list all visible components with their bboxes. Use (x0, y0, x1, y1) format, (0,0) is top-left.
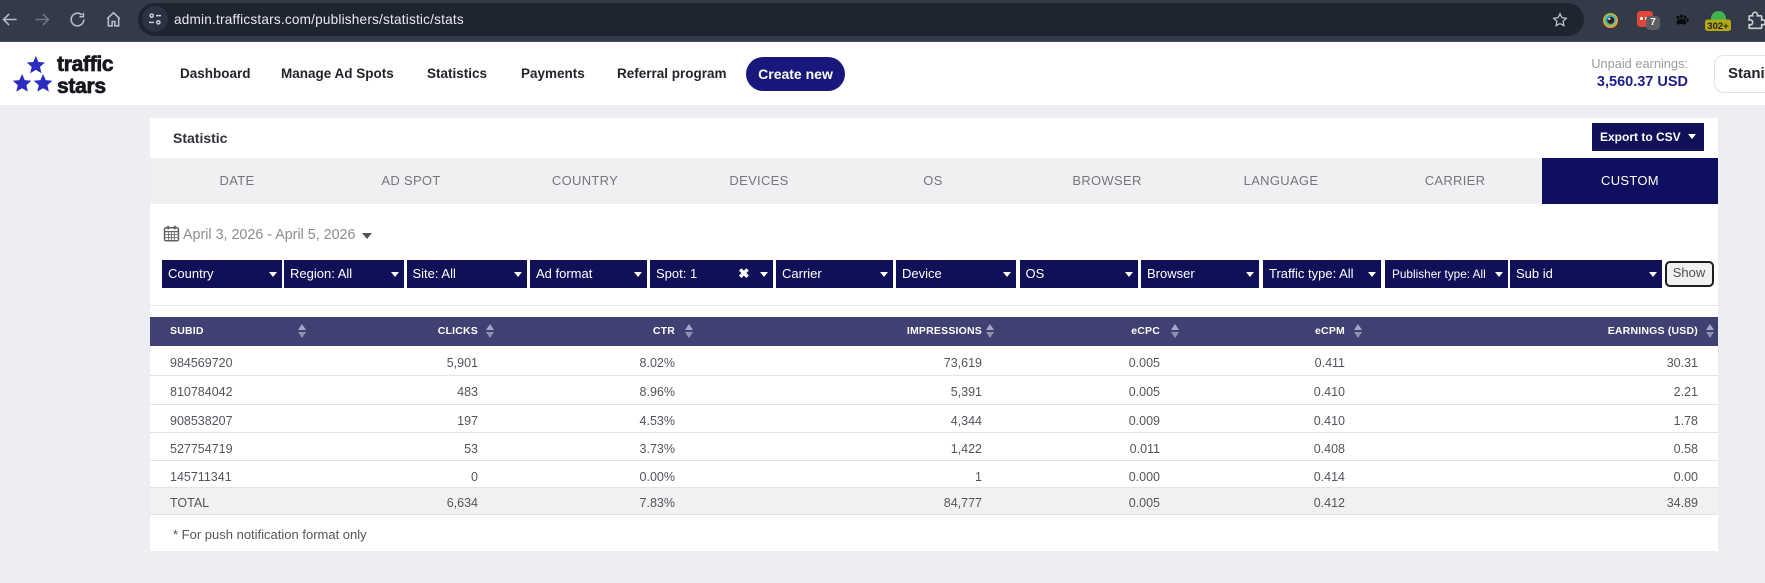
svg-text:302+: 302+ (1707, 21, 1729, 32)
